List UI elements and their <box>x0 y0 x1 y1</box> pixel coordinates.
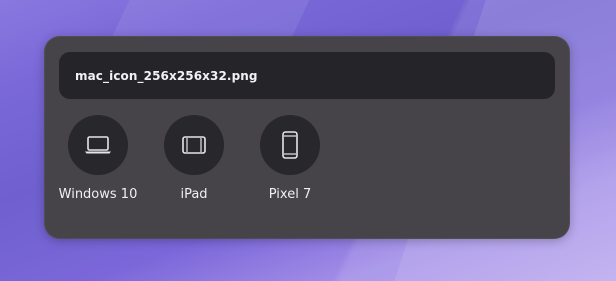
device-label: Pixel 7 <box>268 187 312 202</box>
device-button[interactable] <box>260 115 320 175</box>
file-name-field: mac_icon_256x256x32.png <box>59 52 555 99</box>
device-ipad[interactable]: iPad <box>164 115 224 204</box>
device-pixel-7[interactable]: Pixel 7 <box>260 115 320 204</box>
phone-icon <box>282 131 298 159</box>
device-label: Windows 10 <box>58 187 138 202</box>
file-name: mac_icon_256x256x32.png <box>75 68 258 83</box>
share-panel: mac_icon_256x256x32.png Windows 10 iPad <box>44 36 570 239</box>
tablet-icon <box>182 136 206 154</box>
device-button[interactable] <box>164 115 224 175</box>
device-windows-10[interactable]: Windows 10 <box>59 115 137 204</box>
laptop-icon <box>85 136 111 154</box>
device-list: Windows 10 iPad Pixel 7 <box>59 115 320 204</box>
device-label: iPad <box>180 187 208 202</box>
device-button[interactable] <box>68 115 128 175</box>
